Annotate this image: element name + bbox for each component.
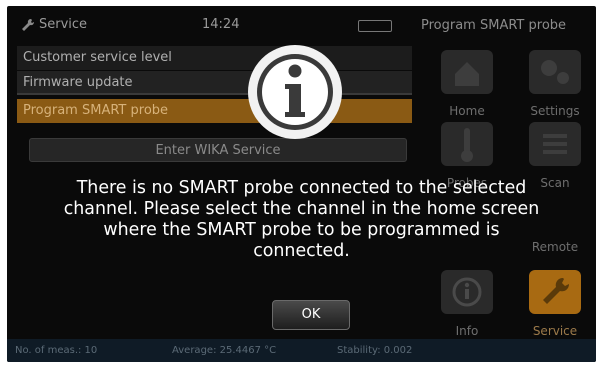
wrench-tile-icon <box>529 270 581 314</box>
tile-home-label: Home <box>449 104 485 118</box>
home-icon <box>441 50 493 94</box>
panel-title: Program SMART probe <box>421 18 567 33</box>
clock: 14:24 <box>202 17 240 32</box>
menu-item-customer-service-level[interactable]: Customer service level <box>17 46 412 70</box>
info-icon <box>248 45 342 139</box>
status-average: Average: 25.4467 °C <box>172 345 277 356</box>
ok-button[interactable]: OK <box>272 300 350 330</box>
title-bar: Service 14:24 <box>17 14 412 38</box>
tile-info-label: Info <box>455 324 479 338</box>
status-measurements: No. of meas.: 10 <box>15 345 98 356</box>
battery-icon <box>358 20 392 32</box>
thermometer-icon <box>441 122 493 166</box>
gear-icon <box>529 50 581 94</box>
info-small-icon <box>441 270 493 314</box>
menu-item-firmware-update[interactable]: Firmware update <box>17 71 412 95</box>
tile-settings-label: Settings <box>530 104 580 118</box>
tile-info[interactable]: Info <box>429 270 505 344</box>
menu-item-program-smart-probe[interactable]: Program SMART probe <box>17 99 412 123</box>
wrench-icon <box>22 18 35 31</box>
tile-home[interactable]: Home <box>429 50 505 124</box>
tile-settings[interactable]: Settings <box>517 50 593 124</box>
status-bar: No. of meas.: 10 Average: 25.4467 °C Sta… <box>7 339 596 362</box>
scan-icon <box>529 122 581 166</box>
enter-service-button[interactable]: Enter WIKA Service <box>29 138 407 162</box>
status-stability: Stability: 0.002 <box>337 345 413 356</box>
navigation-panel: Program SMART probe Home Settings Probes… <box>421 14 596 338</box>
screen-title: Service <box>39 17 88 32</box>
dialog-message: There is no SMART probe connected to the… <box>63 178 540 261</box>
tile-service-label: Service <box>532 324 578 338</box>
tile-service[interactable]: Service <box>517 270 593 344</box>
